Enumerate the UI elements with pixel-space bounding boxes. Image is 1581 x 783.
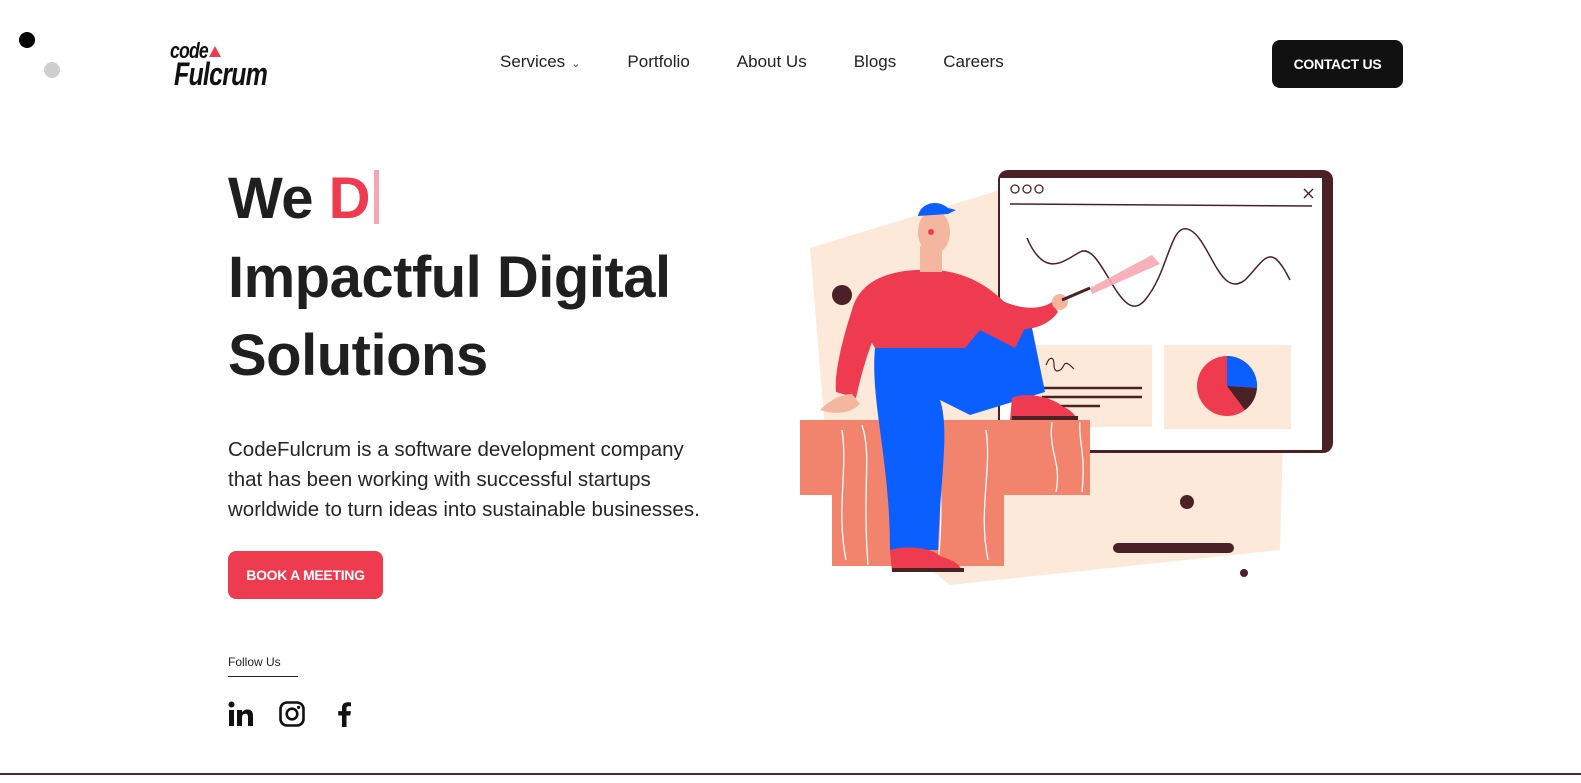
nav-label-about-us: About Us: [736, 52, 807, 71]
nav-item-careers[interactable]: Careers: [943, 52, 1003, 72]
description-line: CodeFulcrum is a software development co…: [228, 438, 684, 461]
description-line: worldwide to turn ideas into sustainable…: [228, 498, 700, 521]
nav-label-careers: Careers: [943, 52, 1004, 71]
instagram-icon[interactable]: [278, 700, 306, 728]
chevron-down-icon: ⌄: [571, 57, 581, 70]
codefulcrum-logo[interactable]: code Fulcrum: [168, 38, 268, 94]
nav-item-portfolio[interactable]: Portfolio: [627, 52, 689, 72]
hero-line-1: We D: [228, 170, 379, 228]
hero-line-2: Impactful Digital: [228, 245, 671, 310]
description-line: that has been working with successful st…: [228, 468, 651, 491]
linkedin-icon[interactable]: [227, 700, 255, 728]
hero-prefix: We: [228, 166, 329, 231]
hero-illustration: [790, 160, 1350, 600]
book-a-meeting-button[interactable]: BOOK A MEETING: [228, 551, 383, 599]
contact-us-button[interactable]: CONTACT US: [1272, 40, 1403, 88]
hero-line-3: Solutions: [228, 323, 488, 388]
typing-caret: [373, 170, 379, 224]
hero-typed-text: D: [328, 166, 371, 231]
facebook-icon[interactable]: [331, 700, 359, 728]
page-bottom-edge: [0, 773, 1581, 783]
main-nav: Services ⌄ Portfolio About Us Blogs Care…: [500, 52, 1051, 72]
cursor-follower: [44, 62, 60, 78]
nav-label-blogs: Blogs: [853, 52, 897, 71]
nav-item-services[interactable]: Services ⌄: [500, 52, 580, 72]
nav-item-blogs[interactable]: Blogs: [854, 52, 897, 72]
nav-item-about-us[interactable]: About Us: [737, 52, 807, 72]
logo-text-fulcrum: Fulcrum: [174, 56, 268, 92]
follow-us-label: Follow Us: [228, 655, 298, 677]
cursor-dot: [19, 32, 35, 48]
nav-label-services: Services: [500, 52, 566, 71]
hero-description: CodeFulcrum is a software development co…: [228, 435, 768, 525]
nav-label-portfolio: Portfolio: [627, 52, 690, 71]
